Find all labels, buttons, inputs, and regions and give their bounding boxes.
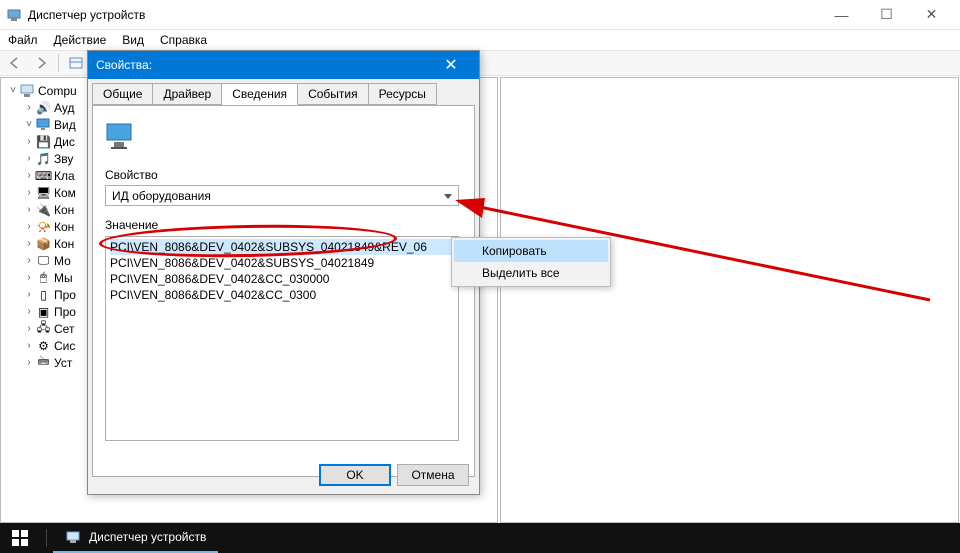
ok-button[interactable]: OK xyxy=(319,464,391,486)
expand-icon[interactable]: › xyxy=(23,289,35,300)
start-button[interactable] xyxy=(0,523,40,553)
device-icon: ▯ xyxy=(35,287,52,303)
value-label: Значение xyxy=(105,218,462,232)
monitor-icon: 🖵 xyxy=(35,253,52,269)
hid-icon: 🖮 xyxy=(35,355,52,371)
tab-body: Свойство ИД оборудования Значение PCI\VE… xyxy=(92,105,475,477)
storage-icon: 📦 xyxy=(35,236,52,252)
context-select-all[interactable]: Выделить все xyxy=(454,262,608,284)
menu-action[interactable]: Действие xyxy=(54,33,107,47)
display-icon xyxy=(35,117,52,133)
expand-icon[interactable]: › xyxy=(23,221,35,232)
device-large-icon xyxy=(105,120,137,152)
expand-icon[interactable]: › xyxy=(23,238,35,249)
disk-icon: 💾 xyxy=(35,134,52,150)
network-icon: 🖧 xyxy=(35,321,52,337)
cancel-button[interactable]: Отмена xyxy=(397,464,469,486)
expand-icon[interactable]: › xyxy=(23,306,35,317)
menu-help[interactable]: Справка xyxy=(160,33,207,47)
list-item[interactable]: PCI\VEN_8086&DEV_0402&CC_030000 xyxy=(110,271,454,287)
minimize-button[interactable]: — xyxy=(819,0,864,30)
values-listbox[interactable]: PCI\VEN_8086&DEV_0402&SUBSYS_04021849&RE… xyxy=(105,236,459,441)
computer-icon xyxy=(19,83,36,99)
property-label: Свойство xyxy=(105,168,462,182)
computer-icon: 🖥 xyxy=(35,185,52,201)
window-title: Диспетчер устройств xyxy=(28,8,819,22)
context-menu: Копировать Выделить все xyxy=(451,237,611,287)
menu-view[interactable]: Вид xyxy=(122,33,144,47)
tab-general[interactable]: Общие xyxy=(92,83,153,105)
property-dropdown-value: ИД оборудования xyxy=(112,189,211,203)
expand-icon[interactable]: › xyxy=(23,153,35,164)
menu-file[interactable]: Файл xyxy=(8,33,38,47)
mouse-icon: 🖱 xyxy=(35,270,52,286)
app-icon xyxy=(6,7,22,23)
menubar: Файл Действие Вид Справка xyxy=(0,30,960,50)
context-copy[interactable]: Копировать xyxy=(454,240,608,262)
list-item[interactable]: PCI\VEN_8086&DEV_0402&SUBSYS_04021849 xyxy=(110,255,454,271)
expand-icon[interactable]: › xyxy=(23,187,35,198)
list-item[interactable]: PCI\VEN_8086&DEV_0402&SUBSYS_04021849&RE… xyxy=(110,239,454,255)
dialog-titlebar[interactable]: Свойства: ✕ xyxy=(88,51,479,79)
tab-resources[interactable]: Ресурсы xyxy=(369,83,437,105)
dialog-title: Свойства: xyxy=(96,58,431,72)
expand-icon[interactable]: › xyxy=(23,170,35,181)
dialog-close-button[interactable]: ✕ xyxy=(431,51,471,79)
tab-details[interactable]: Сведения xyxy=(222,83,298,105)
taskbar: Диспетчер устройств xyxy=(0,523,960,553)
back-button[interactable] xyxy=(4,52,26,74)
usb-icon: 📯 xyxy=(35,219,52,235)
expand-icon[interactable]: › xyxy=(23,340,35,351)
taskbar-divider xyxy=(46,529,47,547)
collapse-icon[interactable]: ˅ xyxy=(23,119,35,130)
sound-icon: 🎵 xyxy=(35,151,52,167)
dialog-tabs: Общие Драйвер Сведения События Ресурсы xyxy=(88,79,479,105)
audio-icon: 🔊 xyxy=(35,100,52,116)
tab-events[interactable]: События xyxy=(298,83,369,105)
properties-dialog: Свойства: ✕ Общие Драйвер Сведения Событ… xyxy=(87,50,480,495)
details-panel xyxy=(500,77,959,523)
expand-icon[interactable]: › xyxy=(23,272,35,283)
tab-driver[interactable]: Драйвер xyxy=(153,83,222,105)
expand-icon[interactable]: › xyxy=(23,357,35,368)
controller-icon: 🔌 xyxy=(35,202,52,218)
expand-icon[interactable]: › xyxy=(23,255,35,266)
expand-icon[interactable]: › xyxy=(23,204,35,215)
collapse-icon[interactable]: ˅ xyxy=(7,85,19,96)
forward-button[interactable] xyxy=(30,52,52,74)
taskbar-app[interactable]: Диспетчер устройств xyxy=(53,523,218,553)
close-button[interactable]: ✕ xyxy=(909,0,954,30)
window-titlebar: Диспетчер устройств — ☐ ✕ xyxy=(0,0,960,30)
taskbar-app-label: Диспетчер устройств xyxy=(89,530,206,544)
maximize-button[interactable]: ☐ xyxy=(864,0,909,30)
property-dropdown[interactable]: ИД оборудования xyxy=(105,185,459,206)
expand-icon[interactable]: › xyxy=(23,136,35,147)
keyboard-icon: ⌨ xyxy=(35,168,52,184)
show-hide-button[interactable] xyxy=(65,52,87,74)
expand-icon[interactable]: › xyxy=(23,102,35,113)
expand-icon[interactable]: › xyxy=(23,323,35,334)
list-item[interactable]: PCI\VEN_8086&DEV_0402&CC_0300 xyxy=(110,287,454,303)
